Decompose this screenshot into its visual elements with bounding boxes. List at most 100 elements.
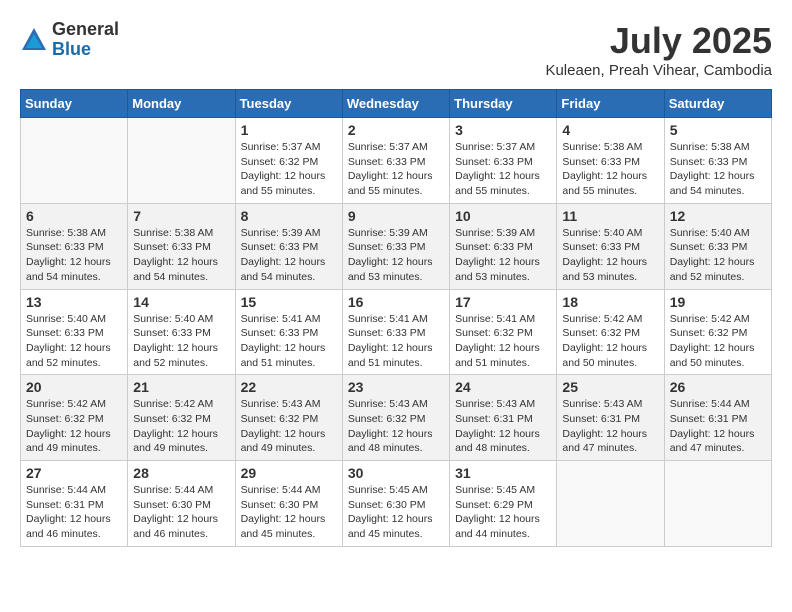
day-info: Sunrise: 5:44 AM Sunset: 6:31 PM Dayligh… bbox=[26, 483, 122, 542]
calendar-cell: 25Sunrise: 5:43 AM Sunset: 6:31 PM Dayli… bbox=[557, 375, 664, 461]
day-info: Sunrise: 5:42 AM Sunset: 6:32 PM Dayligh… bbox=[133, 397, 229, 456]
day-info: Sunrise: 5:37 AM Sunset: 6:33 PM Dayligh… bbox=[455, 140, 551, 199]
calendar-cell: 5 Sunrise: 5:38 AM Sunset: 6:33 PM Daylig… bbox=[664, 118, 771, 204]
calendar-cell: 21 Sunrise: 5:42 AM Sunset: 6:32 PM Dayli… bbox=[128, 375, 235, 461]
day-info: Sunrise: 5:38 AM Sunset: 6:33 PM Dayligh… bbox=[133, 226, 229, 285]
page-header: General Blue July 2025 Kuleaen, Preah Vi… bbox=[20, 20, 772, 79]
day-number: 27 bbox=[26, 465, 122, 481]
day-number: 2 bbox=[348, 122, 444, 138]
day-number: 24 bbox=[455, 379, 551, 395]
day-info: Sunrise: 5:40 AM Sunset: 6:33 PM Dayligh… bbox=[562, 226, 658, 285]
day-number: 12 bbox=[670, 208, 766, 224]
calendar-cell: 30Sunrise: 5:45 AM Sunset: 6:30 PM Dayli… bbox=[342, 461, 449, 547]
day-of-week-header: Sunday bbox=[21, 90, 128, 118]
day-number: 17 bbox=[455, 294, 551, 310]
day-info: Sunrise: 5:39 AM Sunset: 6:33 PM Dayligh… bbox=[455, 226, 551, 285]
day-info: Sunrise: 5:43 AM Sunset: 6:31 PM Dayligh… bbox=[455, 397, 551, 456]
day-info: Sunrise: 5:40 AM Sunset: 6:33 PM Dayligh… bbox=[133, 312, 229, 371]
calendar-cell: 3 Sunrise: 5:37 AM Sunset: 6:33 PM Daylig… bbox=[450, 118, 557, 204]
title-area: July 2025 Kuleaen, Preah Vihear, Cambodi… bbox=[545, 20, 772, 79]
calendar-cell: 31Sunrise: 5:45 AM Sunset: 6:29 PM Dayli… bbox=[450, 461, 557, 547]
day-info: Sunrise: 5:41 AM Sunset: 6:32 PM Dayligh… bbox=[455, 312, 551, 371]
calendar-cell: 1 Sunrise: 5:37 AM Sunset: 6:32 PM Daylig… bbox=[235, 118, 342, 204]
calendar-cell: 23 Sunrise: 5:43 AM Sunset: 6:32 PM Dayli… bbox=[342, 375, 449, 461]
subtitle: Kuleaen, Preah Vihear, Cambodia bbox=[545, 62, 772, 79]
calendar-cell: 20Sunrise: 5:42 AM Sunset: 6:32 PM Dayli… bbox=[21, 375, 128, 461]
day-number: 13 bbox=[26, 294, 122, 310]
logo: General Blue bbox=[20, 20, 119, 60]
logo-icon bbox=[20, 26, 48, 54]
calendar-cell bbox=[664, 461, 771, 547]
day-of-week-header: Tuesday bbox=[235, 90, 342, 118]
calendar-cell: 9 Sunrise: 5:39 AM Sunset: 6:33 PM Daylig… bbox=[342, 203, 449, 289]
day-number: 7 bbox=[133, 208, 229, 224]
day-number: 8 bbox=[241, 208, 337, 224]
day-number: 23 bbox=[348, 379, 444, 395]
day-info: Sunrise: 5:40 AM Sunset: 6:33 PM Dayligh… bbox=[26, 312, 122, 371]
calendar-cell: 27 Sunrise: 5:44 AM Sunset: 6:31 PM Dayli… bbox=[21, 461, 128, 547]
day-info: Sunrise: 5:44 AM Sunset: 6:30 PM Dayligh… bbox=[241, 483, 337, 542]
calendar-week-row: 13 Sunrise: 5:40 AM Sunset: 6:33 PM Dayli… bbox=[21, 289, 772, 375]
calendar-week-row: 27 Sunrise: 5:44 AM Sunset: 6:31 PM Dayli… bbox=[21, 461, 772, 547]
logo-general: General bbox=[52, 20, 119, 40]
day-number: 30 bbox=[348, 465, 444, 481]
calendar-cell: 19 Sunrise: 5:42 AM Sunset: 6:32 PM Dayli… bbox=[664, 289, 771, 375]
calendar-cell: 8 Sunrise: 5:39 AM Sunset: 6:33 PM Daylig… bbox=[235, 203, 342, 289]
day-number: 3 bbox=[455, 122, 551, 138]
day-number: 26 bbox=[670, 379, 766, 395]
day-info: Sunrise: 5:42 AM Sunset: 6:32 PM Dayligh… bbox=[670, 312, 766, 371]
day-info: Sunrise: 5:41 AM Sunset: 6:33 PM Dayligh… bbox=[241, 312, 337, 371]
day-info: Sunrise: 5:37 AM Sunset: 6:32 PM Dayligh… bbox=[241, 140, 337, 199]
calendar-cell: 6 Sunrise: 5:38 AM Sunset: 6:33 PM Daylig… bbox=[21, 203, 128, 289]
calendar-week-row: 6 Sunrise: 5:38 AM Sunset: 6:33 PM Daylig… bbox=[21, 203, 772, 289]
calendar-cell: 22Sunrise: 5:43 AM Sunset: 6:32 PM Dayli… bbox=[235, 375, 342, 461]
day-number: 29 bbox=[241, 465, 337, 481]
day-number: 6 bbox=[26, 208, 122, 224]
day-info: Sunrise: 5:45 AM Sunset: 6:29 PM Dayligh… bbox=[455, 483, 551, 542]
day-info: Sunrise: 5:39 AM Sunset: 6:33 PM Dayligh… bbox=[241, 226, 337, 285]
day-of-week-header: Wednesday bbox=[342, 90, 449, 118]
calendar-cell bbox=[128, 118, 235, 204]
calendar-cell bbox=[21, 118, 128, 204]
day-number: 25 bbox=[562, 379, 658, 395]
day-number: 21 bbox=[133, 379, 229, 395]
calendar-week-row: 20Sunrise: 5:42 AM Sunset: 6:32 PM Dayli… bbox=[21, 375, 772, 461]
day-number: 10 bbox=[455, 208, 551, 224]
day-info: Sunrise: 5:41 AM Sunset: 6:33 PM Dayligh… bbox=[348, 312, 444, 371]
day-info: Sunrise: 5:38 AM Sunset: 6:33 PM Dayligh… bbox=[562, 140, 658, 199]
day-of-week-header: Thursday bbox=[450, 90, 557, 118]
calendar-header-row: SundayMondayTuesdayWednesdayThursdayFrid… bbox=[21, 90, 772, 118]
day-info: Sunrise: 5:42 AM Sunset: 6:32 PM Dayligh… bbox=[26, 397, 122, 456]
calendar-cell: 12 Sunrise: 5:40 AM Sunset: 6:33 PM Dayli… bbox=[664, 203, 771, 289]
day-info: Sunrise: 5:39 AM Sunset: 6:33 PM Dayligh… bbox=[348, 226, 444, 285]
day-number: 16 bbox=[348, 294, 444, 310]
calendar-cell bbox=[557, 461, 664, 547]
calendar-cell: 17 Sunrise: 5:41 AM Sunset: 6:32 PM Dayli… bbox=[450, 289, 557, 375]
day-number: 19 bbox=[670, 294, 766, 310]
day-of-week-header: Saturday bbox=[664, 90, 771, 118]
day-number: 1 bbox=[241, 122, 337, 138]
day-number: 5 bbox=[670, 122, 766, 138]
calendar-cell: 11 Sunrise: 5:40 AM Sunset: 6:33 PM Dayli… bbox=[557, 203, 664, 289]
day-number: 15 bbox=[241, 294, 337, 310]
calendar-cell: 2Sunrise: 5:37 AM Sunset: 6:33 PM Daylig… bbox=[342, 118, 449, 204]
logo-text: General Blue bbox=[52, 20, 119, 60]
day-info: Sunrise: 5:40 AM Sunset: 6:33 PM Dayligh… bbox=[670, 226, 766, 285]
day-info: Sunrise: 5:43 AM Sunset: 6:32 PM Dayligh… bbox=[348, 397, 444, 456]
calendar-cell: 16 Sunrise: 5:41 AM Sunset: 6:33 PM Dayli… bbox=[342, 289, 449, 375]
day-info: Sunrise: 5:44 AM Sunset: 6:30 PM Dayligh… bbox=[133, 483, 229, 542]
day-info: Sunrise: 5:44 AM Sunset: 6:31 PM Dayligh… bbox=[670, 397, 766, 456]
calendar-cell: 7 Sunrise: 5:38 AM Sunset: 6:33 PM Daylig… bbox=[128, 203, 235, 289]
calendar-cell: 15 Sunrise: 5:41 AM Sunset: 6:33 PM Dayli… bbox=[235, 289, 342, 375]
day-info: Sunrise: 5:38 AM Sunset: 6:33 PM Dayligh… bbox=[670, 140, 766, 199]
day-info: Sunrise: 5:38 AM Sunset: 6:33 PM Dayligh… bbox=[26, 226, 122, 285]
calendar: SundayMondayTuesdayWednesdayThursdayFrid… bbox=[20, 89, 772, 547]
day-info: Sunrise: 5:42 AM Sunset: 6:32 PM Dayligh… bbox=[562, 312, 658, 371]
day-of-week-header: Monday bbox=[128, 90, 235, 118]
calendar-cell: 14Sunrise: 5:40 AM Sunset: 6:33 PM Dayli… bbox=[128, 289, 235, 375]
day-number: 22 bbox=[241, 379, 337, 395]
day-number: 9 bbox=[348, 208, 444, 224]
calendar-cell: 10 Sunrise: 5:39 AM Sunset: 6:33 PM Dayli… bbox=[450, 203, 557, 289]
day-number: 11 bbox=[562, 208, 658, 224]
day-number: 28 bbox=[133, 465, 229, 481]
